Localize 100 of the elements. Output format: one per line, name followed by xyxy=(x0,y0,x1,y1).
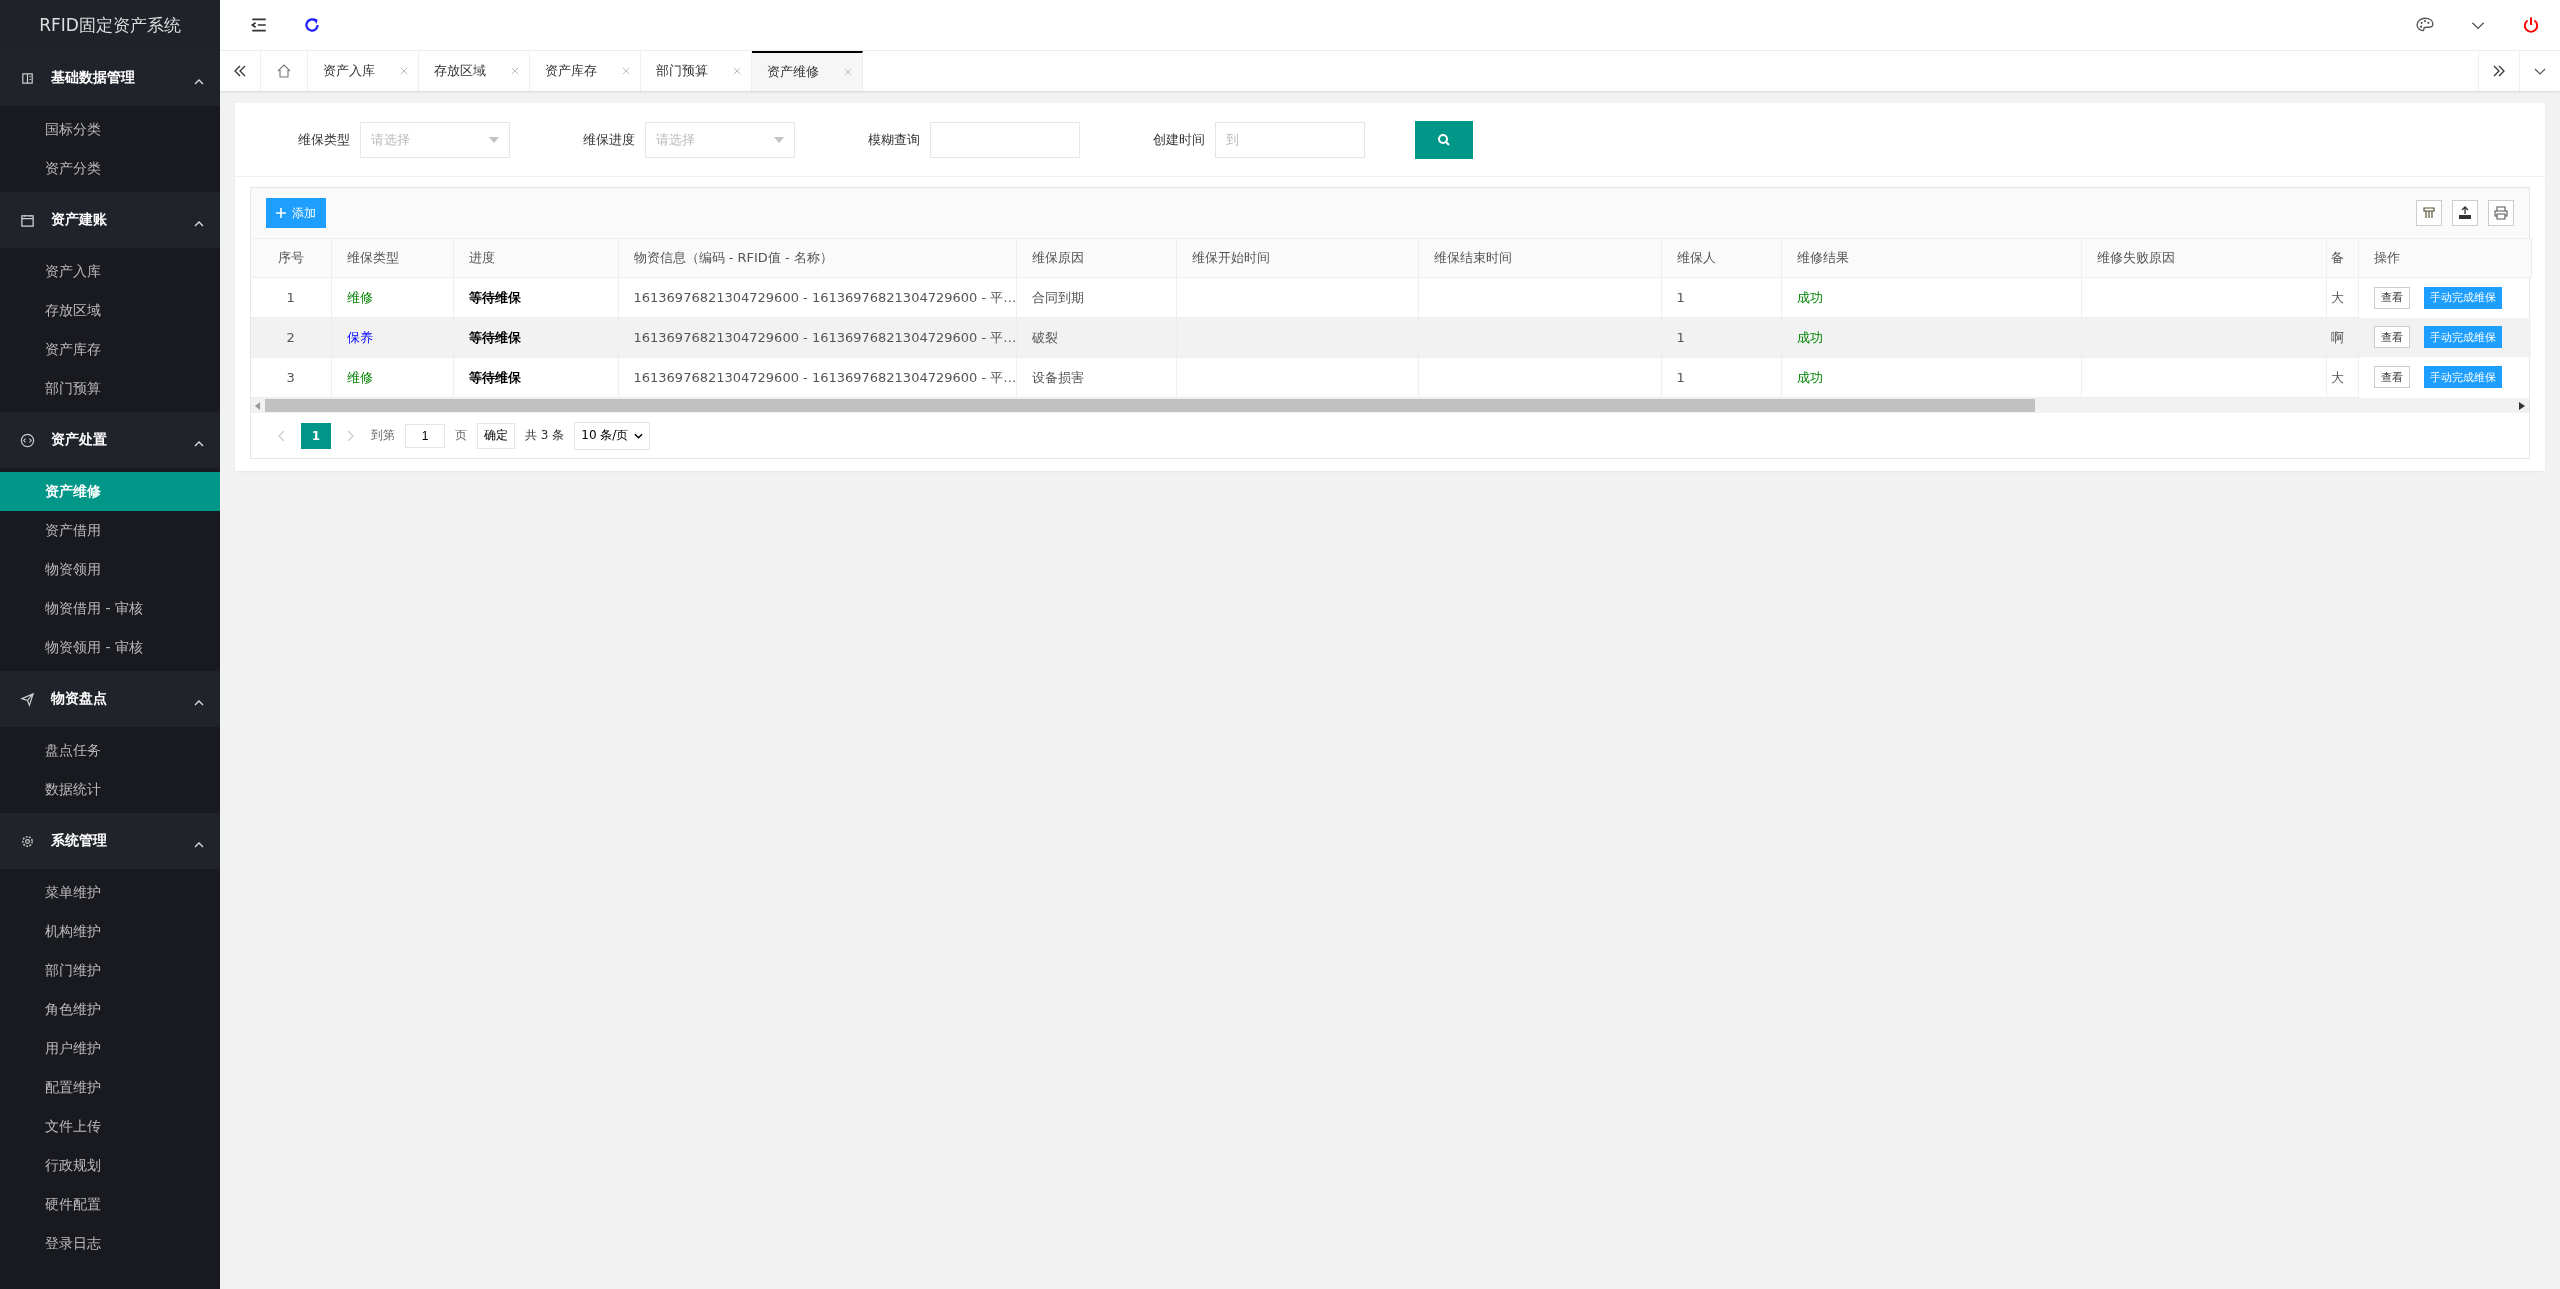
menu-icon[interactable] xyxy=(250,16,268,34)
caret-icon xyxy=(634,432,644,439)
table-cell: 等待维保 xyxy=(453,357,618,398)
palette-icon[interactable] xyxy=(2416,16,2434,34)
table-cell: 等待维保 xyxy=(453,317,618,358)
double-chevron-right-icon xyxy=(2491,63,2507,79)
tab-label: 资产入库 xyxy=(323,62,375,80)
table-row[interactable]: 2 保养 等待维保 16136976821304729600 - 16136976821304729600 - 平… 破裂 1 成功 啊 查看 手动完成维保 xyxy=(251,317,2531,358)
book-icon xyxy=(20,70,35,86)
table-cell: 等待维保 xyxy=(453,277,618,318)
close-icon[interactable] xyxy=(844,68,852,76)
goto-label: 到第 xyxy=(371,427,395,444)
menu-item[interactable]: 角色维护 xyxy=(0,990,220,1029)
tab[interactable]: 资产维修 xyxy=(752,51,863,91)
tab[interactable]: 资产库存 xyxy=(530,51,641,91)
table-cell: 1 xyxy=(1661,277,1781,318)
menu-item[interactable]: 配置维护 xyxy=(0,1068,220,1107)
search-button[interactable] xyxy=(1415,120,1473,159)
menu-item[interactable]: 部门预算 xyxy=(0,369,220,408)
menu-item[interactable]: 物资借用 - 审核 xyxy=(0,589,220,628)
plus-icon xyxy=(276,208,286,218)
menu-group[interactable]: 资产建账 xyxy=(0,192,220,248)
refresh-icon[interactable] xyxy=(303,16,321,34)
caret-icon xyxy=(194,441,204,447)
menu-item[interactable]: 资产库存 xyxy=(0,330,220,369)
table-cell: 16136976821304729600 - 16136976821304729600 - 平… xyxy=(618,357,1016,398)
tab-label: 资产库存 xyxy=(545,62,597,80)
filter-label: 维保进度 xyxy=(582,130,635,149)
close-icon[interactable] xyxy=(733,67,741,75)
menu-group[interactable]: 系统管理 xyxy=(0,813,220,869)
menu-item[interactable]: 资产入库 xyxy=(0,252,220,291)
menu-group[interactable]: 基础数据管理 xyxy=(0,50,220,106)
menu-item[interactable]: 资产维修 xyxy=(0,472,220,511)
menu-item[interactable]: 盘点任务 xyxy=(0,731,220,770)
horizontal-scrollbar[interactable] xyxy=(251,398,2529,413)
caret-icon xyxy=(194,842,204,848)
close-icon[interactable] xyxy=(511,67,519,75)
menu-group[interactable]: 资产处置 xyxy=(0,412,220,468)
confirm-button[interactable]: 确定 xyxy=(477,422,515,449)
table-cell: 3 xyxy=(251,357,331,398)
tab[interactable]: 存放区域 xyxy=(419,51,530,91)
menu-item[interactable]: 数据统计 xyxy=(0,770,220,809)
search-icon xyxy=(1436,131,1452,148)
column-header: 维修失败原因 xyxy=(2081,238,2326,278)
scroll-right-icon xyxy=(2519,401,2525,410)
column-header: 操作 xyxy=(2358,238,2531,278)
close-icon[interactable] xyxy=(400,67,408,75)
input-field[interactable] xyxy=(930,121,1080,158)
tab[interactable]: 资产入库 xyxy=(308,51,419,91)
table-cell: 16136976821304729600 - 16136976821304729600 - 平… xyxy=(618,317,1016,358)
table-cell: 1 xyxy=(1661,357,1781,398)
menu-item[interactable]: 部门维护 xyxy=(0,951,220,990)
menu-item[interactable]: 文件上传 xyxy=(0,1107,220,1146)
view-button[interactable]: 查看 xyxy=(2373,326,2410,348)
page-button[interactable]: 1 xyxy=(301,422,331,449)
column-header: 物资信息（编码 - RFID值 - 名称） xyxy=(618,238,1016,278)
tab-label: 存放区域 xyxy=(434,62,486,80)
column-header: 维修结果 xyxy=(1781,238,2081,278)
columns-button[interactable] xyxy=(2416,200,2442,226)
menu-item[interactable]: 物资领用 - 审核 xyxy=(0,628,220,667)
menu-group[interactable]: 物资盘点 xyxy=(0,671,220,727)
menu-item[interactable]: 资产借用 xyxy=(0,511,220,550)
code-circle-icon xyxy=(20,432,35,448)
menu-item[interactable]: 物资领用 xyxy=(0,550,220,589)
menu-item[interactable]: 登录日志 xyxy=(0,1224,220,1263)
input-field[interactable]: 到 xyxy=(1215,121,1365,158)
column-header: 维保人 xyxy=(1661,238,1781,278)
export-icon xyxy=(2457,205,2473,221)
table-row[interactable]: 3 维修 等待维保 16136976821304729600 - 16136976821304729600 - 平… 设备损害 1 成功 大 查看 手动完成维保 xyxy=(251,357,2531,398)
dropdown-icon xyxy=(774,136,784,143)
column-header: 维保类型 xyxy=(331,238,453,278)
table-cell: 成功 xyxy=(1781,317,2081,358)
table-row[interactable]: 1 维修 等待维保 16136976821304729600 - 16136976821304729600 - 平… 合同到期 1 成功 大 查看 手动完成维保 xyxy=(251,277,2531,318)
menu-item[interactable]: 用户维护 xyxy=(0,1029,220,1068)
menu-item[interactable]: 行政规划 xyxy=(0,1146,220,1185)
menu-item[interactable]: 国标分类 xyxy=(0,110,220,149)
page-input[interactable]: 1 xyxy=(405,423,445,448)
paper-plane-icon xyxy=(20,691,35,707)
filter-label: 创建时间 xyxy=(1152,130,1205,149)
page-size-select[interactable]: 10 条/页 xyxy=(574,421,651,450)
table-cell: 成功 xyxy=(1781,357,2081,398)
print-icon xyxy=(2493,205,2509,221)
menu-item[interactable]: 机构维护 xyxy=(0,912,220,951)
next-page-icon[interactable] xyxy=(347,429,355,442)
view-button[interactable]: 查看 xyxy=(2373,366,2410,388)
filter-label: 模糊查询 xyxy=(867,130,920,149)
page-unit: 页 xyxy=(455,427,467,444)
export-button[interactable] xyxy=(2452,200,2478,226)
home-icon xyxy=(276,63,292,79)
column-header: 维保原因 xyxy=(1016,238,1176,278)
menu-item[interactable]: 存放区域 xyxy=(0,291,220,330)
table-cell: 保养 xyxy=(331,317,453,358)
menu-item[interactable]: 菜单维护 xyxy=(0,873,220,912)
view-button[interactable]: 查看 xyxy=(2373,286,2410,309)
previous-page-icon[interactable] xyxy=(277,429,285,442)
close-icon[interactable] xyxy=(622,67,630,75)
power-icon[interactable] xyxy=(2522,16,2540,34)
menu-item[interactable]: 硬件配置 xyxy=(0,1185,220,1224)
print-button[interactable] xyxy=(2488,200,2514,226)
menu-item[interactable]: 资产分类 xyxy=(0,149,220,188)
